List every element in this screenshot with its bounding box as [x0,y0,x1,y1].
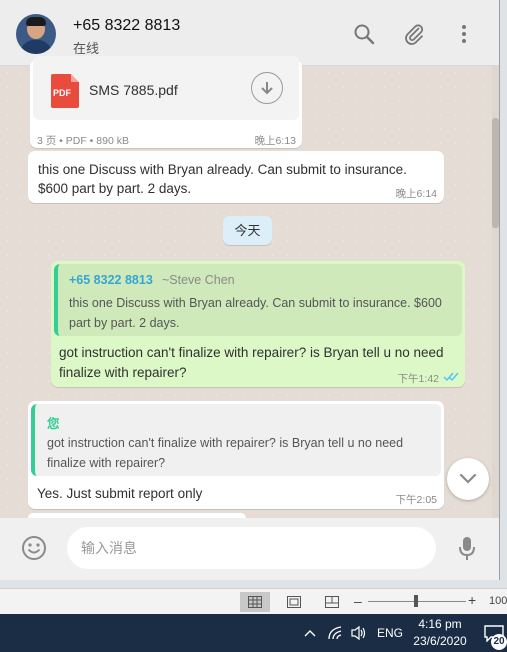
date-divider: 今天 [223,216,272,245]
incoming-message[interactable]: this one Discuss with Bryan already. Can… [28,151,444,203]
download-icon [261,82,273,95]
message-text: this one Discuss with Bryan already. Can… [38,162,407,196]
quote-author: ~Steve Chen [162,273,235,287]
language-indicator[interactable]: ENG [377,626,403,640]
attach-icon[interactable] [402,22,426,46]
download-button[interactable] [251,72,283,104]
taskbar: ENG 4:16 pm 23/6/2020 20 [0,614,507,652]
message-input[interactable] [67,527,436,569]
zoom-percent[interactable]: 100 [489,595,507,607]
quote-sender: 您 [47,417,60,431]
grid-view-icon [248,596,262,608]
avatar-body [20,40,52,54]
quote-text: got instruction can't finalize with repa… [47,436,404,470]
message-time: 下午2:05 [395,494,437,506]
search-icon[interactable] [352,22,376,46]
contact-status: 在线 [73,41,100,56]
document-status-bar: – + 100 [0,588,507,614]
document-name: SMS 7885.pdf [89,82,178,98]
pdf-file-icon: PDF [51,74,79,108]
clock-time[interactable]: 4:16 pm [412,617,468,631]
quote-text: this one Discuss with Bryan already. Can… [69,296,442,330]
volume-icon[interactable] [350,625,368,641]
whatsapp-window: +65 8322 8813 在线 PDF SMS 7885.pdf 3 页 • … [0,0,500,580]
quoted-message[interactable]: 您 got instruction can't finalize with re… [31,404,441,476]
pdf-fold [71,74,79,82]
scrollbar-thumb[interactable] [492,118,499,228]
message-time: 下午1:42 [397,373,439,385]
message-time: 晚上6:14 [395,188,437,200]
outgoing-message[interactable]: +65 8322 8813 ~Steve Chen this one Discu… [51,261,465,387]
quoted-message[interactable]: +65 8322 8813 ~Steve Chen this one Discu… [54,264,462,336]
web-layout-button[interactable] [317,592,347,612]
zoom-slider-thumb[interactable] [414,595,418,607]
page-view-icon [287,596,301,608]
zoom-out-button[interactable]: – [354,593,362,609]
scroll-down-button[interactable] [447,458,489,500]
menu-icon[interactable] [452,22,476,46]
read-ticks-icon [443,372,459,382]
contact-name[interactable]: +65 8322 8813 [73,17,180,35]
message-text: Yes. Just submit report only [37,486,203,501]
read-mode-button[interactable] [279,592,309,612]
incoming-message[interactable]: 您 got instruction can't finalize with re… [28,401,444,509]
microphone-icon[interactable] [456,535,478,561]
wifi-icon[interactable] [327,625,345,641]
emoji-icon[interactable] [21,535,47,561]
print-layout-button[interactable] [240,592,270,612]
chevron-up-icon[interactable] [304,628,316,638]
avatar-hair [26,17,46,26]
clock-date[interactable]: 23/6/2020 [408,634,472,648]
compose-bar [0,518,499,580]
document-card[interactable]: PDF SMS 7885.pdf [33,56,299,120]
zoom-in-button[interactable]: + [468,592,476,608]
web-view-icon [325,596,339,608]
notification-count-badge: 20 [491,634,507,650]
avatar[interactable] [16,14,56,54]
message-time: 晚上6:13 [254,135,296,147]
chevron-down-icon [459,473,477,484]
document-meta: 3 页 • PDF • 890 kB [37,135,129,147]
pdf-badge: PDF [53,88,71,98]
quote-sender: +65 8322 8813 [69,273,153,287]
document-message: PDF SMS 7885.pdf 3 页 • PDF • 890 kB 晚上6:… [30,56,302,148]
